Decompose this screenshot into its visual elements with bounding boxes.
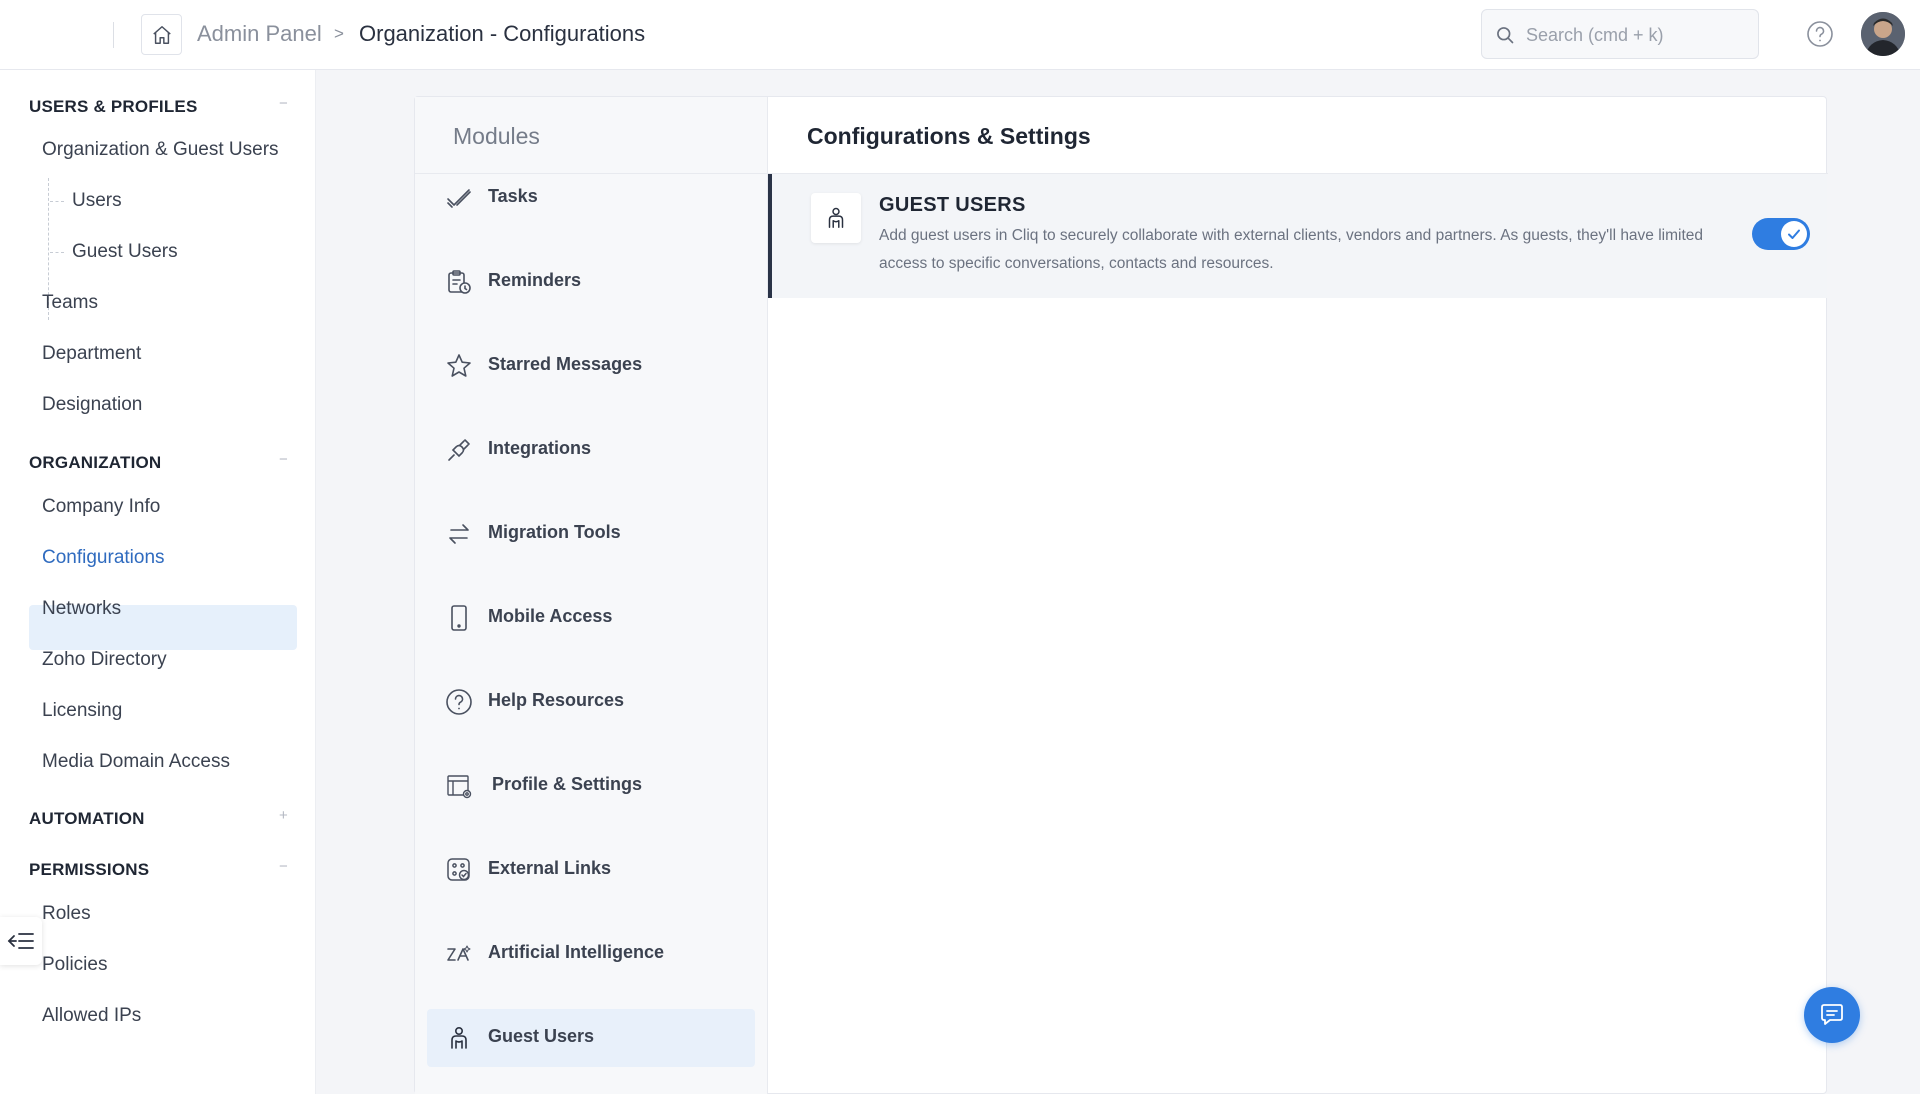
help-icon[interactable]: [1806, 20, 1834, 48]
top-header: Admin Panel > Organization - Configurati…: [0, 0, 1920, 70]
module-label: Guest Users: [488, 1026, 595, 1046]
collapse-menu-icon: [7, 933, 34, 949]
sidebar-item-designation[interactable]: Designation: [42, 394, 142, 416]
module-migration-tools[interactable]: Migration Tools: [427, 505, 755, 563]
module-reminders[interactable]: Reminders: [427, 253, 755, 311]
guest-user-icon: [828, 207, 844, 229]
migration-icon: [449, 524, 469, 544]
tree-branch: [50, 201, 64, 202]
collapse-sidebar-button[interactable]: [0, 917, 42, 965]
module-label: Profile & Settings: [492, 774, 643, 794]
help-icon: [446, 689, 472, 715]
guest-users-toggle[interactable]: [1752, 218, 1810, 250]
ai-icon: [447, 945, 471, 961]
section-automation[interactable]: AUTOMATION: [29, 809, 145, 829]
module-label: Migration Tools: [488, 522, 621, 542]
plug-icon: [448, 439, 470, 461]
sidebar-item-company-info[interactable]: Company Info: [42, 496, 160, 518]
module-profile-settings[interactable]: Profile & Settings: [427, 757, 755, 815]
section-collapse-toggle[interactable]: −: [279, 95, 288, 112]
check-icon: [1788, 229, 1800, 239]
sidebar-item-licensing[interactable]: Licensing: [42, 700, 122, 722]
search-input[interactable]: [1526, 22, 1751, 48]
module-label: Reminders: [488, 270, 582, 290]
sidebar-item-configurations[interactable]: Configurations: [42, 547, 165, 569]
module-label: Tasks: [488, 186, 538, 206]
module-label: Mobile Access: [488, 606, 613, 626]
module-starred-messages[interactable]: Starred Messages: [427, 337, 755, 395]
modules-panel: Modules Tasks Reminders Starred Messages…: [415, 97, 768, 1094]
section-users-profiles[interactable]: USERS & PROFILES: [29, 97, 198, 117]
chat-button[interactable]: [1804, 987, 1860, 1043]
section-collapse-toggle[interactable]: −: [279, 858, 288, 875]
avatar-image: [1861, 12, 1905, 56]
module-label: Starred Messages: [488, 354, 643, 374]
guest-user-icon: [451, 1026, 467, 1049]
tasks-icon: [447, 189, 471, 208]
sidebar-item-zoho-directory[interactable]: Zoho Directory: [42, 649, 167, 671]
sidebar-item-media-domain-access[interactable]: Media Domain Access: [42, 751, 230, 773]
search-box[interactable]: [1481, 9, 1759, 59]
settings-title: Configurations & Settings: [807, 123, 1091, 149]
sidebar-item-teams[interactable]: Teams: [42, 292, 98, 314]
section-collapse-toggle[interactable]: −: [279, 451, 288, 468]
sidebar-item-department[interactable]: Department: [42, 343, 141, 365]
sidebar-item-users[interactable]: Users: [72, 190, 122, 212]
sidebar-item-allowed-ips[interactable]: Allowed IPs: [42, 1005, 141, 1027]
module-label: Integrations: [488, 438, 592, 458]
module-artificial-intelligence[interactable]: Artificial Intelligence: [427, 925, 755, 983]
user-avatar[interactable]: [1861, 12, 1905, 56]
sidebar-item-networks[interactable]: Networks: [42, 598, 121, 620]
search-icon: [1497, 27, 1514, 44]
module-external-links[interactable]: External Links: [427, 841, 755, 899]
sidebar-item-policies[interactable]: Policies: [42, 954, 107, 976]
module-label: Help Resources: [488, 690, 625, 710]
module-label: External Links: [488, 858, 612, 878]
tree-branch: [50, 252, 64, 253]
mobile-icon: [451, 605, 467, 631]
modules-title: Modules: [453, 123, 540, 149]
module-integrations[interactable]: Integrations: [427, 421, 755, 479]
page-title: Organization - Configurations: [359, 21, 646, 46]
section-expand-toggle[interactable]: +: [279, 807, 288, 824]
main-card: Modules Tasks Reminders Starred Messages…: [414, 96, 1828, 1094]
home-icon: [152, 25, 171, 44]
sidebar-item-roles[interactable]: Roles: [42, 903, 91, 925]
header-divider: [113, 22, 114, 48]
breadcrumb-separator: >: [334, 24, 344, 43]
setting-icon-box: [811, 193, 861, 243]
section-organization[interactable]: ORGANIZATION: [29, 453, 161, 473]
breadcrumb-admin-panel[interactable]: Admin Panel: [197, 21, 322, 47]
module-mobile-access[interactable]: Mobile Access: [427, 589, 755, 647]
module-guest-users[interactable]: Guest Users: [427, 1009, 755, 1067]
module-help-resources[interactable]: Help Resources: [427, 673, 755, 731]
chat-icon: [1821, 1004, 1843, 1025]
setting-description: Add guest users in Cliq to securely coll…: [879, 227, 1704, 272]
external-links-icon: [447, 858, 470, 881]
setting-name: GUEST USERS: [879, 194, 1026, 216]
toggle-knob: [1781, 221, 1807, 247]
module-label: Artificial Intelligence: [488, 942, 665, 962]
module-tasks[interactable]: Tasks: [427, 169, 755, 227]
sidebar-item-guest-users[interactable]: Guest Users: [72, 241, 178, 263]
sidebar: USERS & PROFILES − Organization & Guest …: [0, 70, 316, 1094]
home-button[interactable]: [141, 14, 182, 55]
setting-guest-users: GUEST USERS Add guest users in Cliq to s…: [768, 174, 1827, 298]
sidebar-item-organization-guest-users[interactable]: Organization & Guest Users: [42, 139, 279, 161]
star-icon: [447, 354, 471, 377]
reminders-icon: [448, 270, 471, 294]
section-permissions[interactable]: PERMISSIONS: [29, 860, 149, 880]
profile-settings-icon: [447, 775, 472, 799]
